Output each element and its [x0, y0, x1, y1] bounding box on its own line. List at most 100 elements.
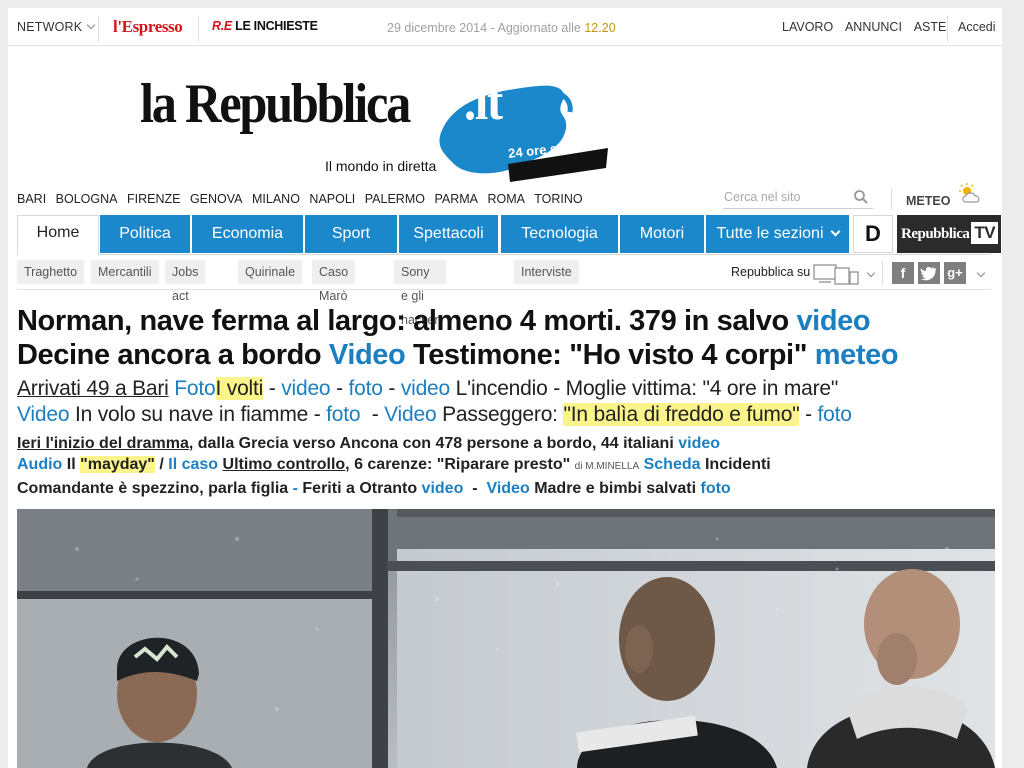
login-link[interactable]: Accedi — [958, 20, 996, 34]
tag-interviste[interactable]: Interviste — [514, 260, 579, 284]
audio-link[interactable]: Audio — [17, 456, 62, 473]
main-headline[interactable]: Norman, nave ferma al largo: almeno 4 mo… — [17, 305, 871, 338]
city-link-palermo[interactable]: PALERMO — [365, 192, 425, 206]
incidenti-link[interactable]: Incidenti — [705, 456, 771, 473]
foto-link[interactable]: Foto — [174, 377, 215, 400]
headline2-witness[interactable]: Testimone: "Ho visto 4 corpi" — [413, 339, 807, 371]
annunci-link[interactable]: ANNUNCI — [845, 20, 902, 34]
separator: - — [388, 377, 396, 400]
update-time: 12.20 — [584, 21, 616, 35]
divider — [17, 289, 991, 290]
passeggero-quote-link[interactable]: "In balìa di freddo e fumo" — [563, 403, 800, 426]
ieri-inizio-link[interactable]: Ieri l'inizio del dramma — [17, 435, 189, 452]
incendio-link[interactable]: L'incendio - Moglie vittima: "4 ore in m… — [456, 377, 839, 400]
devices-icon[interactable] — [813, 260, 861, 286]
video-link[interactable]: Video — [17, 403, 70, 426]
tag-caso-maro[interactable]: Caso Marò — [312, 260, 356, 303]
headline2-video-link[interactable]: Video — [329, 339, 406, 371]
il-caso-link[interactable]: Il caso — [168, 456, 218, 473]
tag-quirinale[interactable]: Quirinale — [238, 260, 303, 284]
main-headline-line2[interactable]: Decine ancora a bordo Video Testimone: "… — [17, 339, 899, 372]
headline-text[interactable]: Norman, nave ferma al largo: almeno 4 mo… — [17, 305, 789, 337]
network-menu[interactable]: NETWORK — [17, 20, 96, 34]
separator: - — [472, 480, 478, 497]
city-link-genova[interactable]: GENOVA — [190, 192, 243, 206]
aste-link[interactable]: ASTE — [914, 20, 947, 34]
headline2-text[interactable]: Decine ancora a bordo — [17, 339, 322, 371]
tag-sony-hacker[interactable]: Sony e gli hacker — [394, 260, 446, 327]
arrivati-bari-link[interactable]: Arrivati 49 a Bari — [17, 377, 169, 400]
separator: - — [336, 377, 343, 400]
comandante-link[interactable]: Comandante è spezzino, parla figlia — [17, 480, 288, 497]
city-link-milano[interactable]: MILANO — [252, 192, 300, 206]
foto-link[interactable]: foto — [818, 403, 852, 426]
masthead[interactable]: la Repubblica .it Il mondo in diretta 24… — [8, 48, 1002, 188]
mayday-link[interactable]: "mayday" — [80, 456, 155, 473]
tag-traghetto[interactable]: Traghetto — [17, 260, 85, 284]
tab-spettacoli[interactable]: Spettacoli — [399, 215, 498, 253]
city-link-firenze[interactable]: FIRENZE — [127, 192, 180, 206]
twitter-icon[interactable] — [918, 262, 940, 284]
meteo-link[interactable]: METEO — [906, 183, 980, 208]
tab-sport[interactable]: Sport — [305, 215, 397, 253]
logo-name: la Repubblica — [140, 73, 411, 135]
search-icon[interactable] — [853, 189, 869, 205]
divider — [891, 188, 892, 210]
facebook-icon[interactable]: f — [892, 262, 914, 284]
i-volti-link[interactable]: I volti — [215, 377, 263, 400]
tab-tutte-le-sezioni[interactable]: Tutte le sezioni — [706, 215, 849, 253]
lavoro-link[interactable]: LAVORO — [782, 20, 833, 34]
chevron-down-icon — [830, 226, 840, 237]
headline2-meteo-link[interactable]: meteo — [815, 339, 899, 371]
search-input[interactable]: Cerca nel sito — [723, 187, 873, 209]
search-placeholder: Cerca nel sito — [724, 190, 801, 204]
foto-link[interactable]: foto — [326, 403, 360, 426]
chevron-down-icon[interactable] — [866, 268, 876, 278]
top-links: LAVORO ANNUNCI ASTE — [782, 20, 955, 34]
tag-mercantili[interactable]: Mercantili — [91, 260, 159, 284]
video-link[interactable]: video — [678, 435, 720, 452]
video-link[interactable]: video — [422, 480, 464, 497]
chevron-down-icon[interactable] — [976, 268, 986, 278]
madre-bimbi-link[interactable]: Madre e bimbi salvati — [534, 480, 696, 497]
repubblica-su-label: Repubblica su — [731, 265, 811, 279]
lead-photo[interactable] — [17, 509, 995, 768]
video-link[interactable]: Video — [384, 403, 437, 426]
logo-tagline: Il mondo in diretta — [325, 158, 437, 174]
feriti-otranto-link[interactable]: Feriti a Otranto — [302, 480, 417, 497]
city-link-bologna[interactable]: BOLOGNA — [56, 192, 118, 206]
city-link-napoli[interactable]: NAPOLI — [309, 192, 355, 206]
separator: - — [371, 403, 379, 426]
espresso-link[interactable]: l'Espresso — [113, 17, 183, 37]
city-link-bari[interactable]: BARI — [17, 192, 46, 206]
inchieste-link[interactable]: R.E LE INCHIESTE — [212, 19, 318, 33]
foto-link[interactable]: foto — [700, 480, 730, 497]
d-magazine-link[interactable]: D — [853, 215, 893, 253]
ultimo-controllo-link[interactable]: Ultimo controllo — [223, 456, 346, 473]
divider — [98, 16, 99, 42]
nav-underline — [17, 254, 991, 255]
repubblica-tv-link[interactable]: Repubblica TV — [897, 215, 1001, 253]
in-volo-link[interactable]: In volo su nave in fiamme - — [75, 403, 321, 426]
video-link[interactable]: video — [281, 377, 330, 400]
city-link-parma[interactable]: PARMA — [434, 192, 478, 206]
google-plus-icon[interactable]: g+ — [944, 262, 966, 284]
city-link-roma[interactable]: ROMA — [487, 192, 525, 206]
scheda-link[interactable]: Scheda — [644, 456, 701, 473]
passeggero-label: Passeggero: — [442, 403, 558, 426]
headline-video-link[interactable]: video — [796, 305, 870, 337]
related-line-5: Comandante è spezzino, parla figlia - Fe… — [17, 480, 731, 498]
tab-economia[interactable]: Economia — [192, 215, 303, 253]
weather-sun-cloud-icon — [959, 183, 980, 203]
video-link[interactable]: video — [401, 377, 450, 400]
tab-tecnologia[interactable]: Tecnologia — [501, 215, 618, 253]
tag-jobs-act[interactable]: Jobs act — [165, 260, 206, 303]
foto-link[interactable]: foto — [349, 377, 383, 400]
dramma-summary: , dalla Grecia verso Ancona con 478 pers… — [188, 435, 674, 452]
tab-home[interactable]: Home — [17, 215, 99, 255]
city-link-torino[interactable]: TORINO — [534, 192, 582, 206]
tab-motori[interactable]: Motori — [620, 215, 704, 253]
update-date: 29 dicembre 2014 - Aggiornato alle 12.20 — [387, 21, 616, 35]
video-link[interactable]: Video — [486, 480, 529, 497]
tab-politica[interactable]: Politica — [100, 215, 190, 253]
